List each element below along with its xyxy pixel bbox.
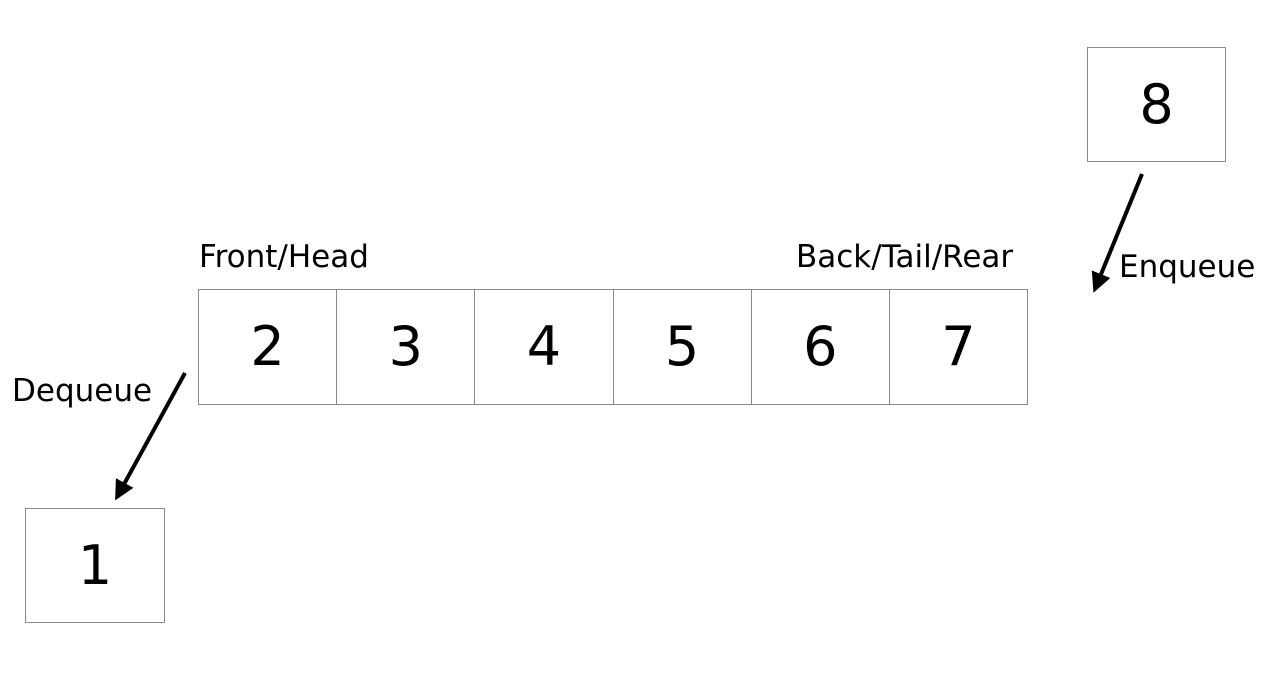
enqueue-arrow [1091, 173, 1144, 293]
dequeue-arrow [115, 372, 187, 501]
arrows-layer [115, 173, 1144, 501]
